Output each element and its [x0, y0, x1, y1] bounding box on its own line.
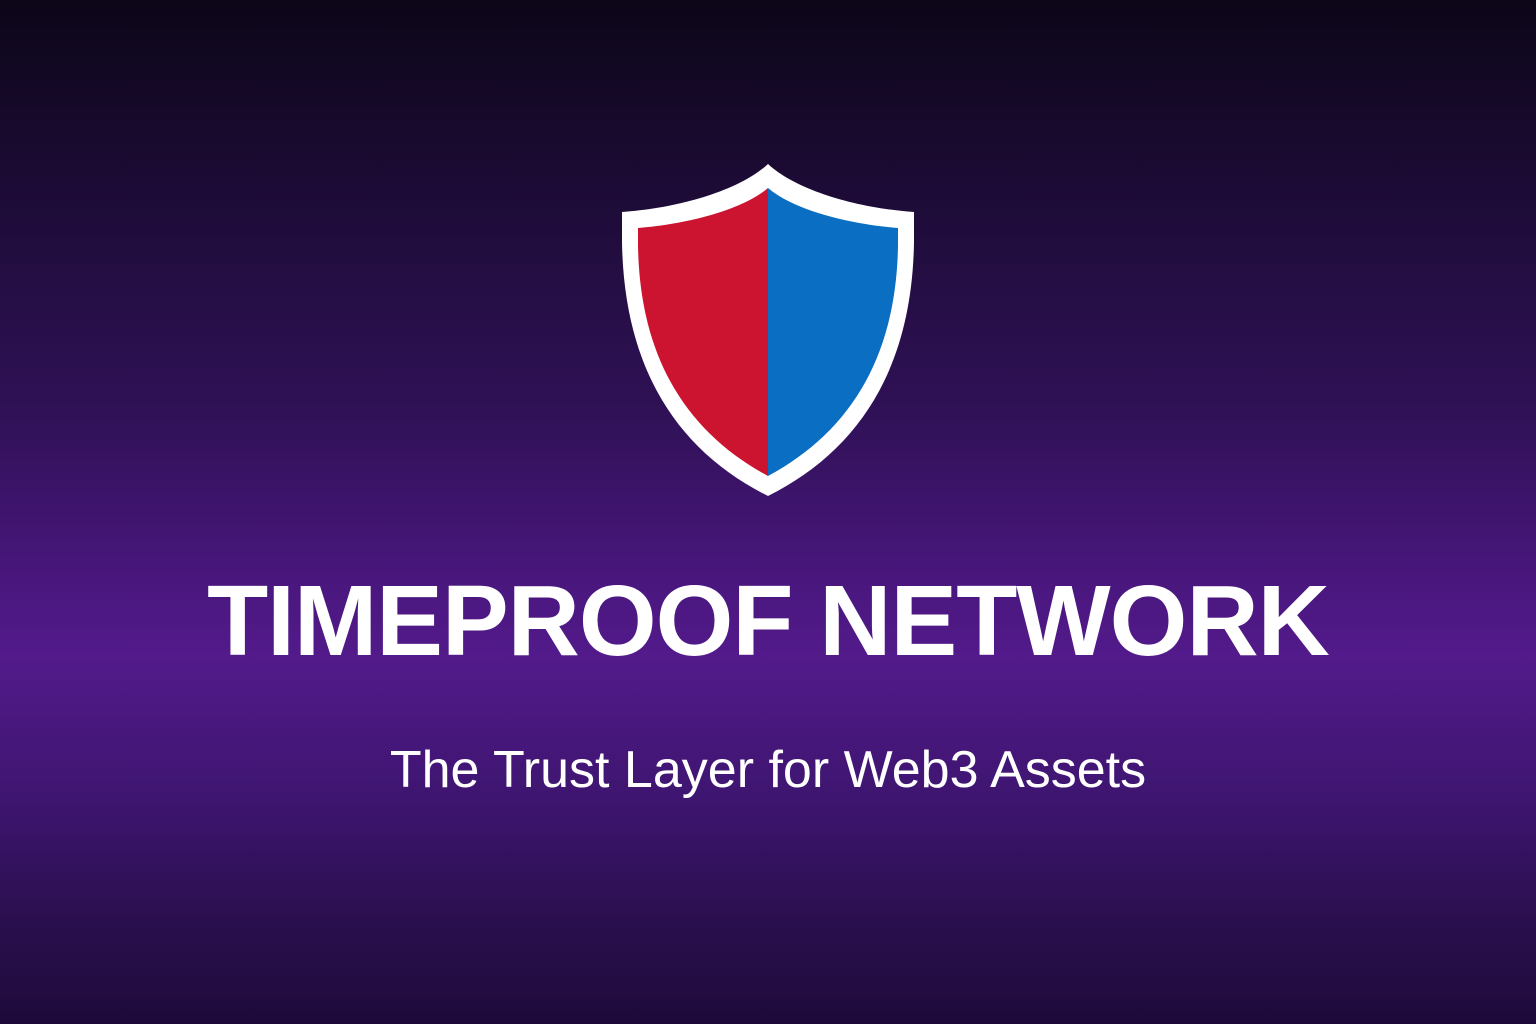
- brand-tagline: The Trust Layer for Web3 Assets: [389, 741, 1147, 799]
- brand-title: TIMEPROOF NETWORK: [207, 565, 1330, 677]
- splash-screen: TIMEPROOF NETWORK The Trust Layer for We…: [0, 0, 1536, 1024]
- shield-icon: [622, 164, 914, 496]
